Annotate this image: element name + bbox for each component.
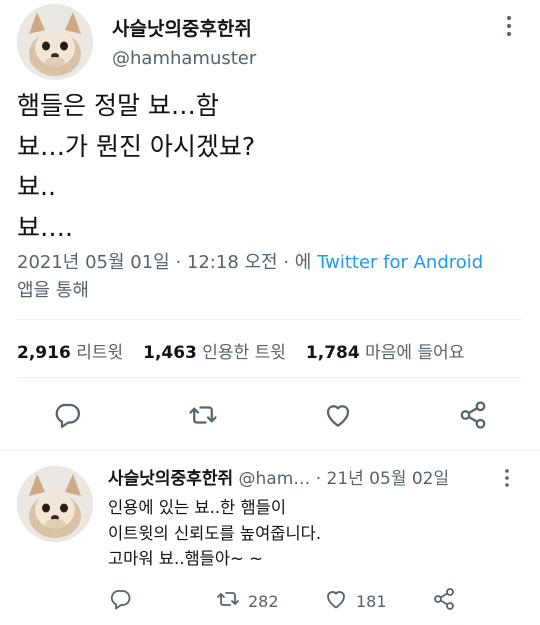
reply-text-line: 이트윗의 신뢰도를 높여줍니다. [108,523,322,543]
quotes-stat[interactable]: 1,463 인용한 트윗 [143,343,286,363]
reply-retweet-button[interactable]: 282 [216,589,279,613]
avatar[interactable] [17,4,93,80]
divider [17,377,523,378]
reply-text-line: 고마워 뵤..햄들아~ ~ [108,549,263,568]
tweet-timestamp[interactable]: 2021년 05월 01일 · 12:18 오전 · 에 [17,252,311,273]
reply-date[interactable]: · 21년 05월 02일 [316,469,449,489]
likes-stat[interactable]: 1,784 마음에 들어요 [306,343,464,363]
reply-icon [108,587,132,615]
heart-icon [324,587,348,615]
tweet-text-line: 뵤…. [17,212,73,242]
retweet-icon [216,587,240,615]
retweets-count: 2,916 [17,343,71,363]
reply-like-button[interactable]: 181 [324,589,387,613]
retweet-icon[interactable] [188,400,218,430]
tweet-stats: 2,916 리트윗 1,463 인용한 트윗 1,784 마음에 들어요 [17,338,464,363]
reply-like-count: 181 [356,591,387,611]
divider [0,450,540,451]
reply-author-name[interactable]: 사슬낫의중후한쥐 [108,469,233,489]
reply-text-line: 인용에 있는 뵤..한 햄들이 [108,498,287,517]
author-handle[interactable]: @hamhamuster [112,48,256,69]
tweet-text-line: 뵤…가 뭔진 아시겠뵤? [17,131,256,161]
tweet-text: 햄들은 정말 뵤…함 뵤…가 뭔진 아시겠뵤? 뵤.. 뵤…. [17,86,255,248]
retweets-label: 리트윗 [76,343,124,363]
quotes-count: 1,463 [143,343,197,363]
author-name[interactable]: 사슬낫의중후한쥐 [112,14,252,41]
tweet-meta: 2021년 05월 01일 · 12:18 오전 · 에 Twitter for… [17,249,527,305]
dog-avatar-image [17,4,93,80]
tweet-source-link[interactable]: Twitter for Android [317,252,483,273]
reply-avatar[interactable] [17,466,93,542]
tweet-actions [0,400,540,432]
quotes-label: 인용한 트윗 [202,343,286,363]
likes-count: 1,784 [305,343,360,363]
divider [17,319,523,320]
reply-reply-button[interactable] [108,589,132,613]
reply-icon[interactable] [52,400,82,430]
share-icon[interactable] [458,400,488,430]
retweets-stat[interactable]: 2,916 리트윗 [17,343,123,363]
reply-retweet-count: 282 [248,591,279,611]
reply-author-handle[interactable]: @ham… [239,469,311,489]
reply-header: 사슬낫의중후한쥐 @ham… · 21년 05월 02일 [108,464,449,489]
heart-icon[interactable] [323,400,353,430]
tweet-text-line: 햄들은 정말 뵤…함 [17,91,219,120]
reply-actions: 282 181 [0,587,540,615]
tweet-text-line: 뵤.. [17,172,56,201]
tweet-source-suffix: 앱을 통해 [17,280,89,301]
likes-label: 마음에 들어요 [365,343,465,363]
dog-avatar-image [17,466,93,542]
reply-share-button[interactable] [432,587,456,615]
share-icon [432,587,456,615]
more-options-icon[interactable] [496,14,522,38]
reply-text: 인용에 있는 뵤..한 햄들이 이트윗의 신뢰도를 높여줍니다. 고마워 뵤..… [108,495,321,572]
more-options-icon[interactable] [496,468,518,488]
